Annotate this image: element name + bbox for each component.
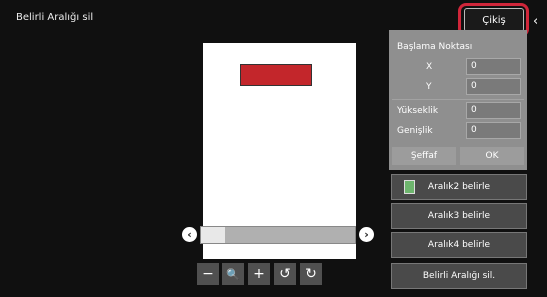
range2-label: Aralık2 belirle [427, 182, 491, 192]
transparent-button[interactable]: Şeffaf [392, 147, 456, 165]
height-label: Yükseklik [397, 106, 439, 116]
scroll-right-icon[interactable]: › [359, 227, 374, 242]
scrollbar-thumb[interactable] [201, 227, 225, 243]
range3-button[interactable]: Aralık3 belirle [391, 203, 527, 229]
rotate-right-icon[interactable]: ↻ [300, 263, 322, 285]
selected-range[interactable] [240, 64, 312, 86]
x-field[interactable]: 0 [466, 58, 521, 75]
ok-button[interactable]: OK [460, 147, 524, 165]
y-label: Y [426, 82, 432, 92]
y-field[interactable]: 0 [466, 78, 521, 95]
width-field[interactable]: 0 [466, 122, 521, 139]
zoom-out-button[interactable]: − [197, 263, 219, 285]
page-title: Belirli Aralığı sil [16, 12, 94, 23]
start-point-title: Başlama Noktası [397, 42, 473, 52]
rotate-left-icon[interactable]: ↺ [274, 263, 296, 285]
panel-divider [392, 99, 524, 100]
zoom-icon[interactable]: 🔍 [222, 263, 244, 285]
document-icon [404, 180, 415, 194]
range2-button[interactable]: Aralık2 belirle [391, 174, 527, 200]
collapse-panel-icon[interactable]: ‹ [533, 14, 538, 29]
delete-range-button[interactable]: Belirli Aralığı sil. [391, 263, 527, 289]
range4-button[interactable]: Aralık4 belirle [391, 232, 527, 258]
x-label: X [426, 62, 433, 72]
zoom-in-button[interactable]: + [248, 263, 270, 285]
height-field[interactable]: 0 [466, 102, 521, 119]
exit-button[interactable]: Çikiş [464, 8, 524, 32]
scroll-left-icon[interactable]: ‹ [182, 227, 197, 242]
width-label: Genişlik [397, 126, 433, 136]
